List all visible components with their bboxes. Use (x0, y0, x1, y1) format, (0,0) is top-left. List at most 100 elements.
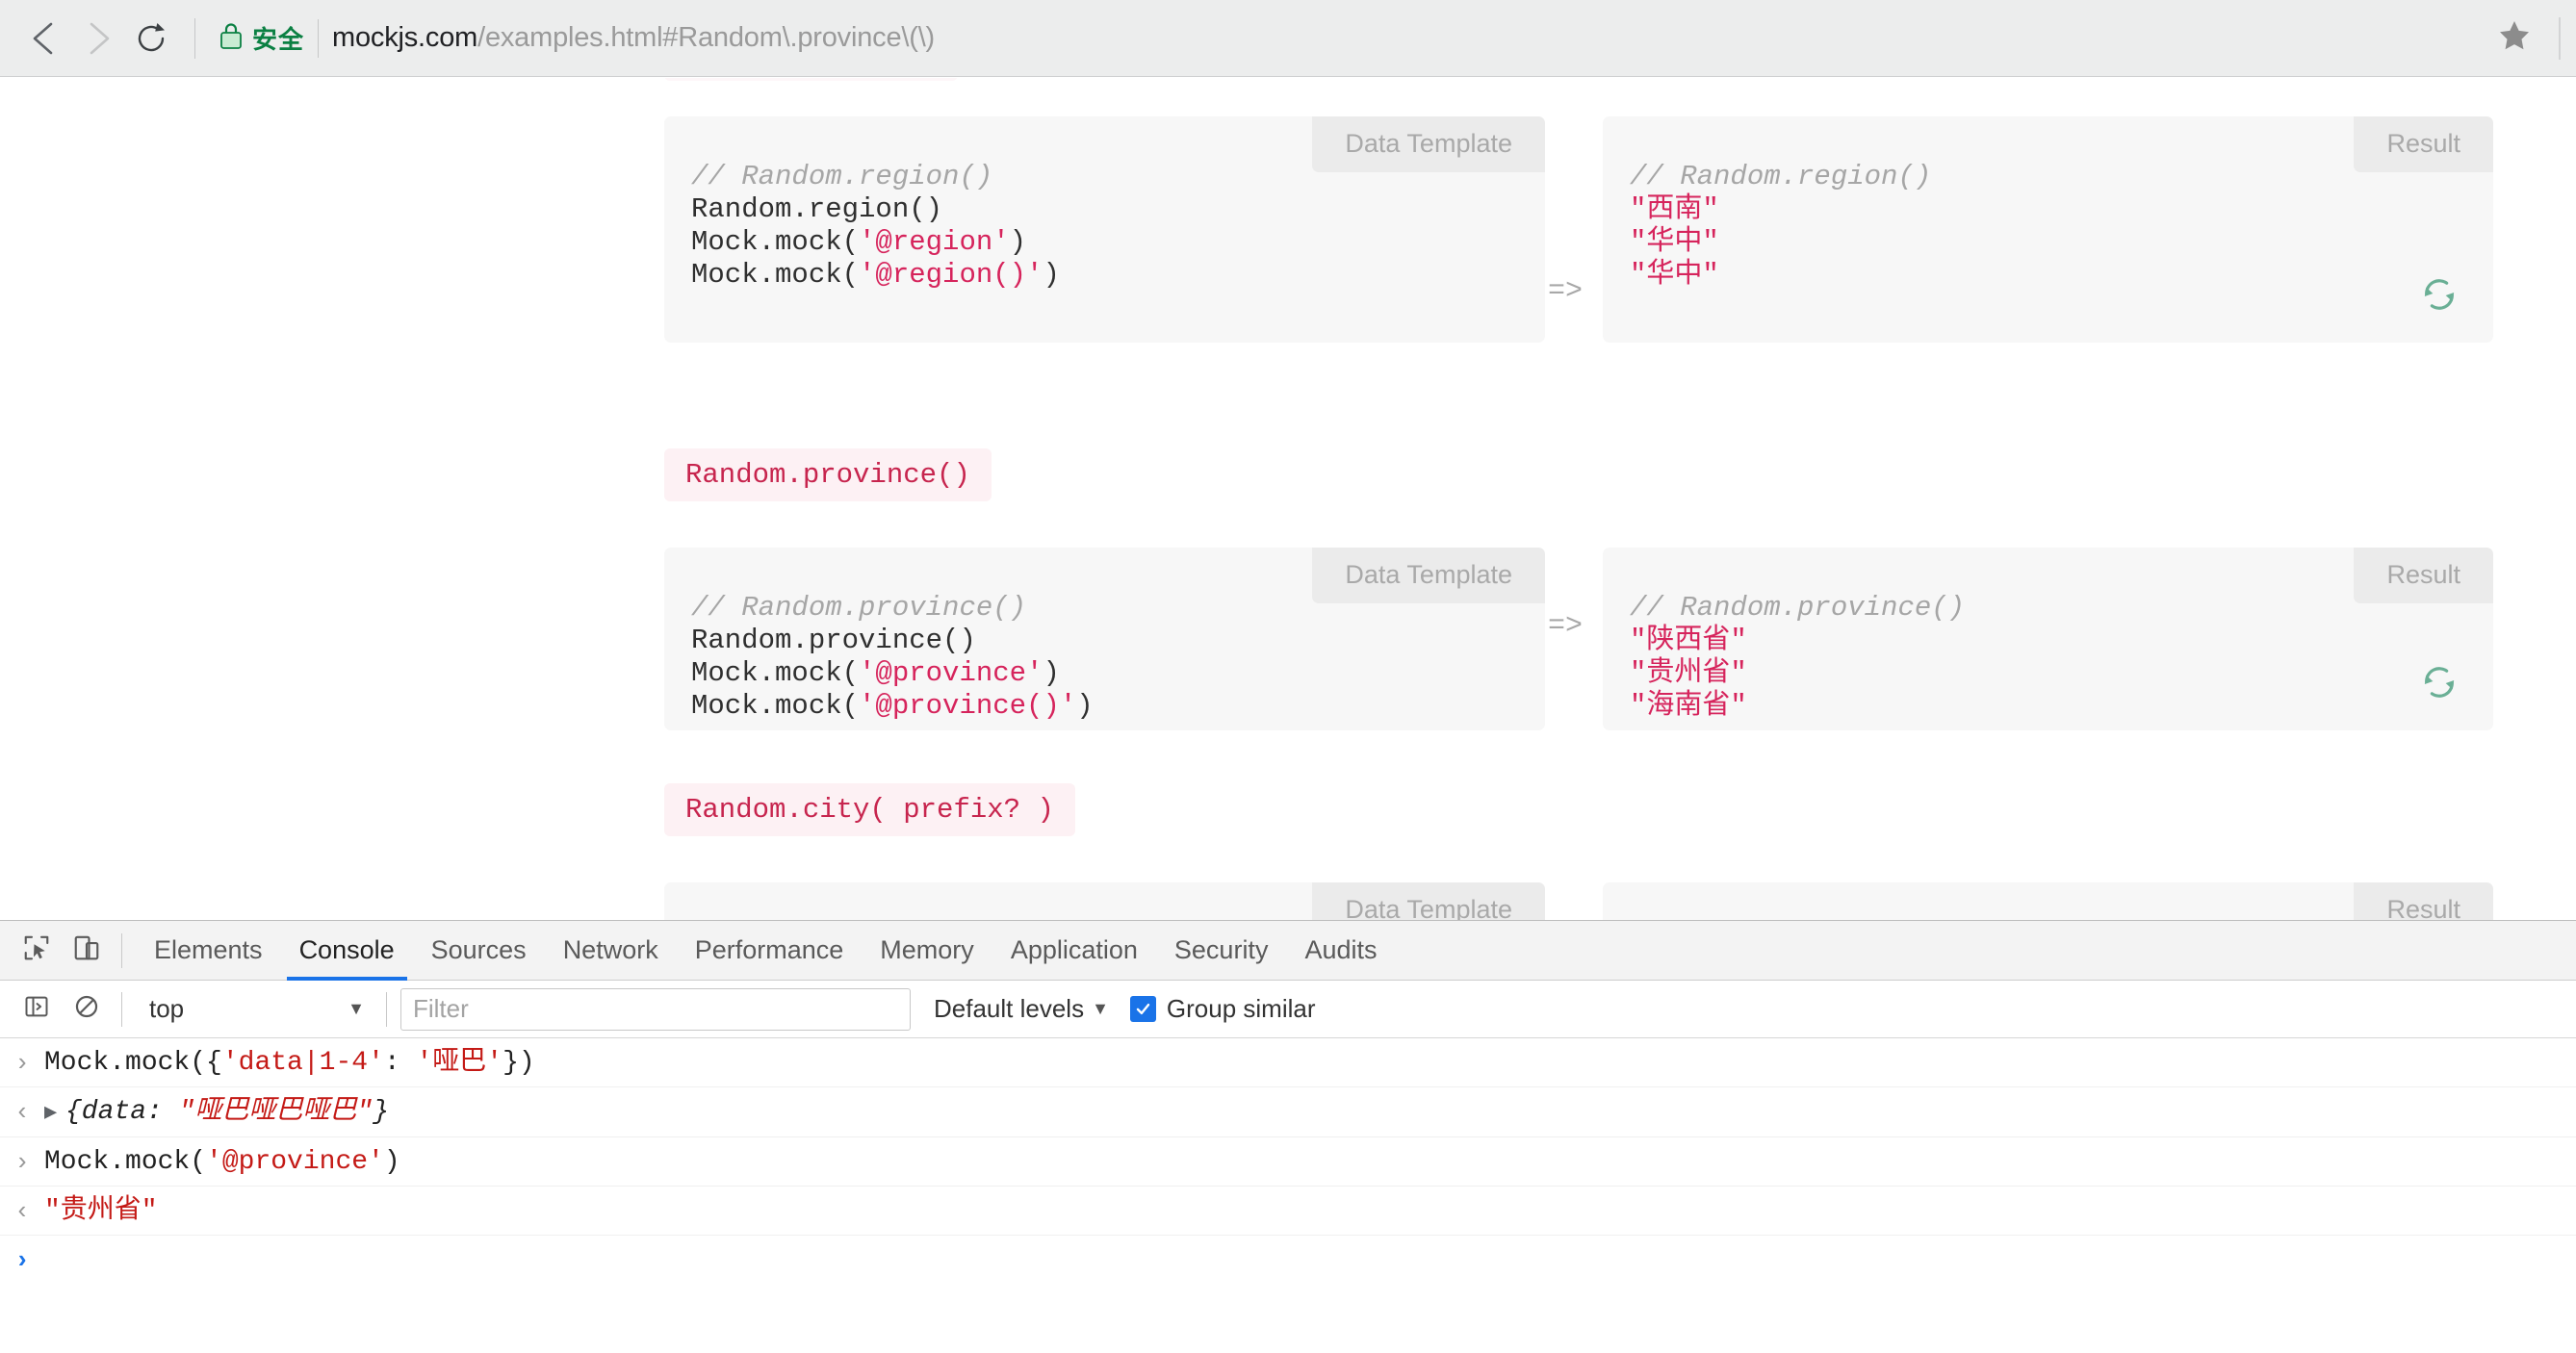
code-comment: // Random.province() (691, 592, 1027, 624)
result-value: "海南省" (1630, 690, 1747, 722)
console-text-part: 'data|1-4' (221, 1048, 384, 1078)
code-line-prefix: Mock.mock( (691, 657, 860, 689)
tab-audits[interactable]: Audits (1286, 921, 1395, 981)
result-value: "华中" (1630, 259, 1719, 291)
console-input-marker: › (14, 1148, 30, 1177)
console-toolbar: top ▼ Default levels ▼ Group similar (0, 981, 2576, 1038)
code-line-suffix: ) (1009, 226, 1027, 258)
console-prompt-marker: › (14, 1246, 30, 1275)
tab-console[interactable]: Console (281, 921, 413, 981)
refresh-icon[interactable] (2420, 275, 2459, 314)
result-comment: // Random.region() (1630, 161, 1932, 192)
log-levels-dropdown[interactable]: Default levels ▼ (934, 994, 1109, 1024)
toolbar-divider (194, 17, 195, 59)
code-line-suffix: ) (1043, 657, 1060, 689)
console-text-part: : (383, 1048, 417, 1078)
console-row-input[interactable]: › Mock.mock('@province') (0, 1137, 2576, 1187)
code-line-prefix: Mock.mock( (691, 226, 860, 258)
console-text-part: "哑巴哑巴哑巴" (178, 1097, 374, 1127)
console-text-part: }) (502, 1048, 535, 1078)
tab-sources[interactable]: Sources (413, 921, 545, 981)
star-icon (2497, 18, 2532, 58)
tab-performance[interactable]: Performance (677, 921, 863, 981)
execution-context-select[interactable]: top ▼ (136, 988, 376, 1031)
reload-button[interactable] (125, 12, 179, 65)
device-toolbar-button[interactable] (62, 926, 112, 976)
result-panel-province: Result // Random.province() "陕西省" "贵州省" … (1603, 548, 2493, 730)
result-value: "华中" (1630, 226, 1719, 258)
back-button[interactable] (17, 12, 71, 65)
console-output-marker: ‹ (14, 1098, 30, 1127)
api-heading-province[interactable]: Random.province() (664, 448, 992, 501)
tab-memory[interactable]: Memory (862, 921, 992, 981)
group-similar-toggle[interactable]: Group similar (1129, 994, 1316, 1024)
tab-elements[interactable]: Elements (136, 921, 281, 981)
url-path: /examples.html#Random\.province\(\) (477, 22, 936, 53)
result-panel-region: Result // Random.region() "西南" "华中" "华中" (1603, 116, 2493, 343)
panel-tab-result[interactable]: Result (2354, 882, 2493, 920)
console-output-text: "贵州省" (44, 1192, 158, 1229)
console-prompt-row[interactable]: › (0, 1236, 2576, 1284)
console-input-text: Mock.mock('@province') (44, 1143, 400, 1180)
chevron-down-icon: ▼ (348, 999, 365, 1018)
bookmark-button[interactable] (2493, 17, 2536, 60)
chevron-right-icon (82, 19, 115, 58)
console-output-text: ▶ {data: "哑巴哑巴哑巴"} (44, 1093, 389, 1131)
data-template-panel-province: Data Template // Random.province() Rando… (664, 548, 1545, 730)
panel-tab-result[interactable]: Result (2354, 116, 2493, 172)
inspect-element-button[interactable] (12, 926, 62, 976)
panel-tab-data-template[interactable]: Data Template (1312, 116, 1545, 172)
data-template-panel-city: Data Template // Random.city() Random.ci… (664, 882, 1545, 920)
clear-console-icon (73, 993, 100, 1025)
console-row-output[interactable]: ‹ "贵州省" (0, 1187, 2576, 1236)
inspect-element-icon (22, 933, 51, 967)
code-line-suffix: ) (1076, 690, 1094, 722)
security-label: 安全 (252, 26, 305, 55)
code-comment: // Random.region() (691, 161, 993, 192)
devtools-panel: Elements Console Sources Network Perform… (0, 920, 2576, 1353)
reload-icon (134, 19, 170, 58)
tab-application[interactable]: Application (992, 921, 1156, 981)
disclosure-triangle-icon[interactable]: ▶ (44, 1096, 65, 1131)
devtools-divider (121, 932, 122, 968)
result-panel-city: Result // Random.city() "楚雄彝族自治州" "宜春市" (1603, 882, 2493, 920)
panel-tab-data-template[interactable]: Data Template (1312, 548, 1545, 603)
page-viewport: Random.region() Data Template // Random.… (0, 78, 2576, 920)
code-line-string: '@province' (859, 657, 1043, 689)
url-divider (318, 18, 320, 58)
code-line: Random.province() (691, 625, 976, 656)
console-row-output[interactable]: ‹ ▶ {data: "哑巴哑巴哑巴"} (0, 1087, 2576, 1137)
console-text-part: "贵州省" (44, 1196, 158, 1226)
panel-tab-data-template[interactable]: Data Template (1312, 882, 1545, 920)
code-line-string: '@region' (859, 226, 1010, 258)
execution-context-value: top (149, 994, 185, 1023)
panel-tab-result[interactable]: Result (2354, 548, 2493, 603)
forward-button[interactable] (71, 12, 125, 65)
console-row-input[interactable]: › Mock.mock({'data|1-4': '哑巴'}) (0, 1038, 2576, 1087)
console-output-marker: ‹ (14, 1197, 30, 1226)
tab-network[interactable]: Network (545, 921, 677, 981)
security-indicator[interactable]: 安全 (211, 20, 304, 56)
console-text-part: '哑巴' (416, 1048, 503, 1078)
refresh-icon[interactable] (2420, 663, 2459, 702)
devtools-tabbar: Elements Console Sources Network Perform… (0, 921, 2576, 981)
api-heading-region[interactable]: Random.region() (664, 78, 959, 81)
log-levels-label: Default levels (934, 994, 1085, 1023)
checkbox-icon[interactable] (1129, 996, 1156, 1022)
console-text-part: } (373, 1097, 390, 1127)
result-value: "西南" (1630, 193, 1719, 225)
api-heading-city[interactable]: Random.city( prefix? ) (664, 783, 1075, 836)
filter-input[interactable] (400, 987, 911, 1031)
console-text-part: Mock.mock({ (44, 1048, 222, 1078)
lock-icon (219, 20, 244, 56)
address-bar[interactable]: mockjs.com/examples.html#Random\.provinc… (332, 22, 935, 54)
clear-console-button[interactable] (62, 984, 112, 1034)
toolbar-right-divider (2559, 17, 2561, 60)
console-input-marker: › (14, 1049, 30, 1078)
data-template-panel-region: Data Template // Random.region() Random.… (664, 116, 1545, 343)
code-line-string: '@region()' (859, 259, 1043, 291)
console-text-part: {data: (65, 1097, 179, 1127)
console-sidebar-button[interactable] (12, 984, 62, 1034)
chevron-down-icon: ▼ (1092, 999, 1109, 1018)
tab-security[interactable]: Security (1156, 921, 1287, 981)
